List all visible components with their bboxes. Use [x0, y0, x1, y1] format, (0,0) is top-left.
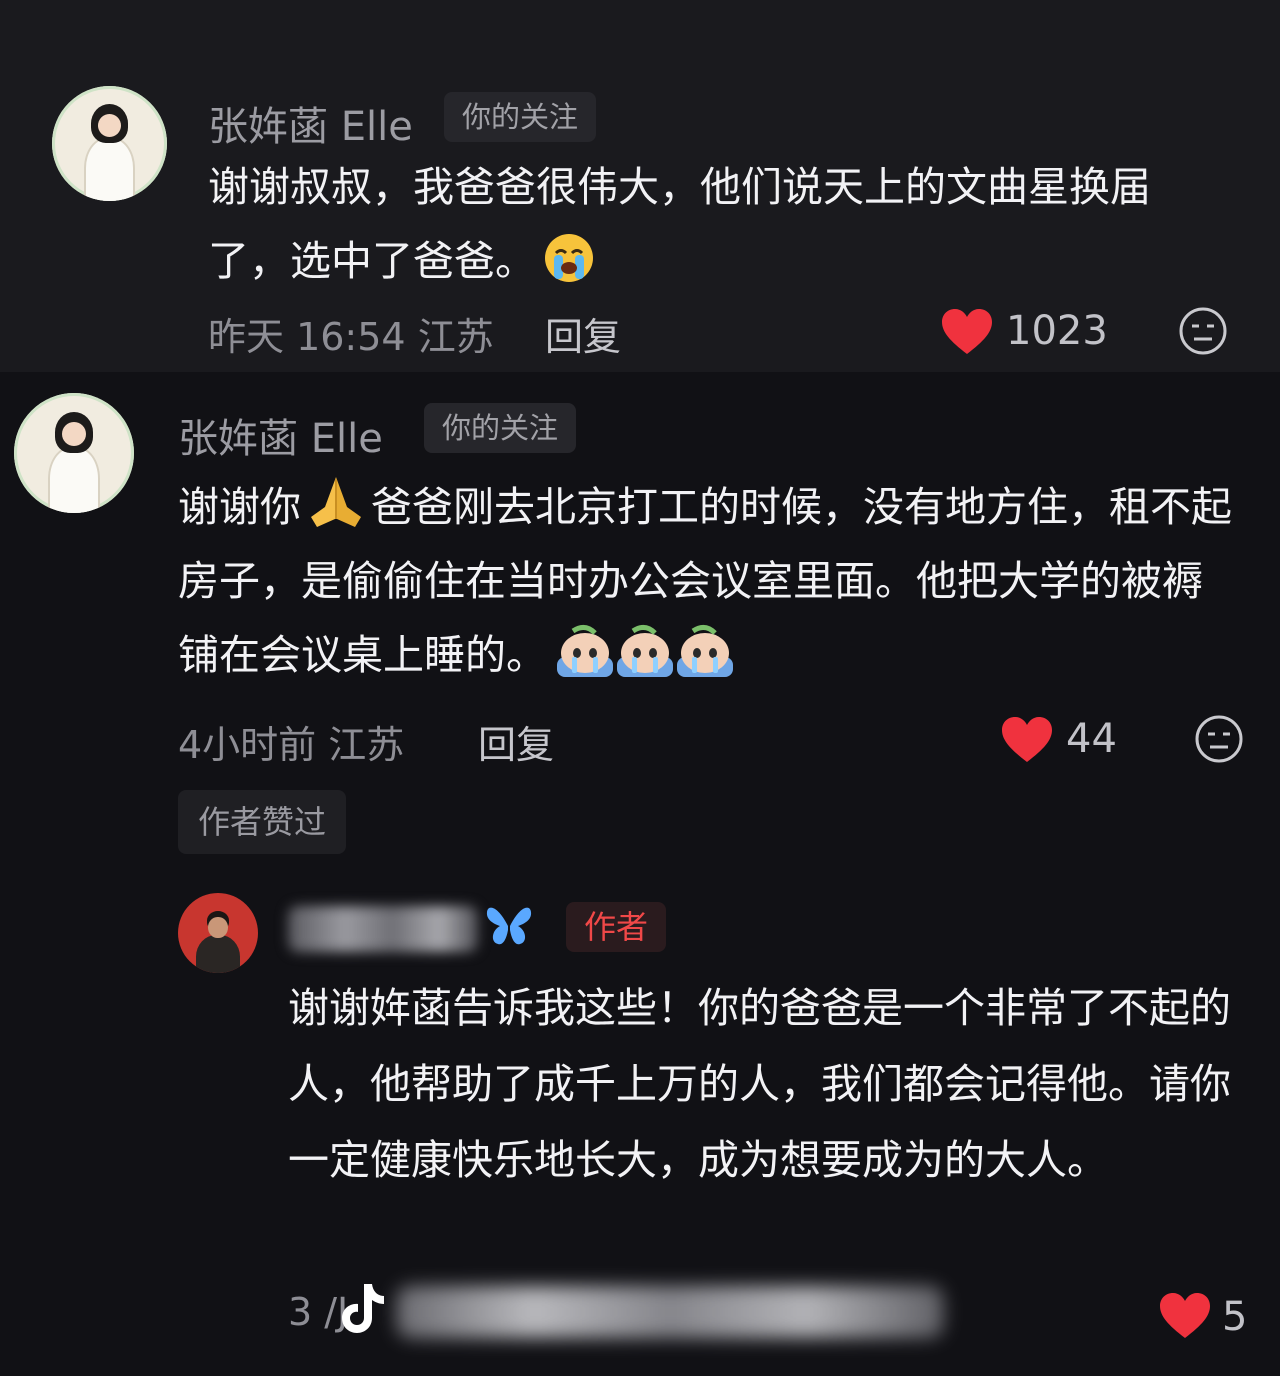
- comment-author-name[interactable]: 张姩菡 Elle: [208, 94, 413, 152]
- crying-bun-emoji-group: [555, 623, 735, 704]
- avatar[interactable]: [52, 86, 167, 201]
- butterfly-icon: [486, 907, 532, 945]
- comment-text: 谢谢你 爸爸刚去北京打工的时候，没有地方住，租不起房子，是偷偷住在当时办公会议室…: [178, 470, 1238, 704]
- dislike-icon[interactable]: [1194, 714, 1244, 764]
- reply-button[interactable]: 回复: [545, 306, 621, 361]
- comment-timestamp: 4小时前 江苏: [178, 723, 405, 767]
- author-liked-badge: 作者赞过: [178, 790, 347, 854]
- comment-text: 谢谢姩菡告诉我这些！你的爸爸是一个非常了不起的人，他帮助了成千上万的人，我们都会…: [288, 984, 1231, 1184]
- tiktok-logo-icon: [342, 1284, 384, 1333]
- folded-hands-icon: [311, 477, 361, 527]
- crying-bun-icon: [677, 625, 733, 677]
- crying-bun-icon: [557, 625, 613, 677]
- blurred-metadata: [396, 1286, 944, 1338]
- heart-icon[interactable]: [940, 308, 994, 356]
- heart-icon[interactable]: [1158, 1292, 1212, 1340]
- like-count: 1023: [1006, 308, 1108, 354]
- like-count: 5: [1222, 1294, 1248, 1340]
- avatar[interactable]: [178, 893, 258, 973]
- like-count: 44: [1066, 716, 1117, 762]
- blurred-author-name: [288, 906, 478, 952]
- crying-bun-icon: [617, 625, 673, 677]
- reply-button[interactable]: 回复: [478, 714, 554, 769]
- comment-author-name[interactable]: 张姩菡 Elle: [178, 406, 383, 464]
- comment-text: 谢谢叔叔，我爸爸很伟大，他们说天上的文曲星换届了，选中了爸爸。: [208, 163, 1151, 285]
- author-tag: 作者: [566, 902, 667, 952]
- comment-timestamp: 昨天 16:54 江苏: [208, 315, 494, 359]
- heart-icon[interactable]: [1000, 716, 1054, 764]
- avatar[interactable]: [14, 393, 134, 513]
- following-tag: 你的关注: [424, 403, 577, 453]
- following-tag: 你的关注: [444, 92, 597, 142]
- dislike-icon[interactable]: [1178, 306, 1228, 356]
- loudly-crying-face-icon: [545, 234, 593, 282]
